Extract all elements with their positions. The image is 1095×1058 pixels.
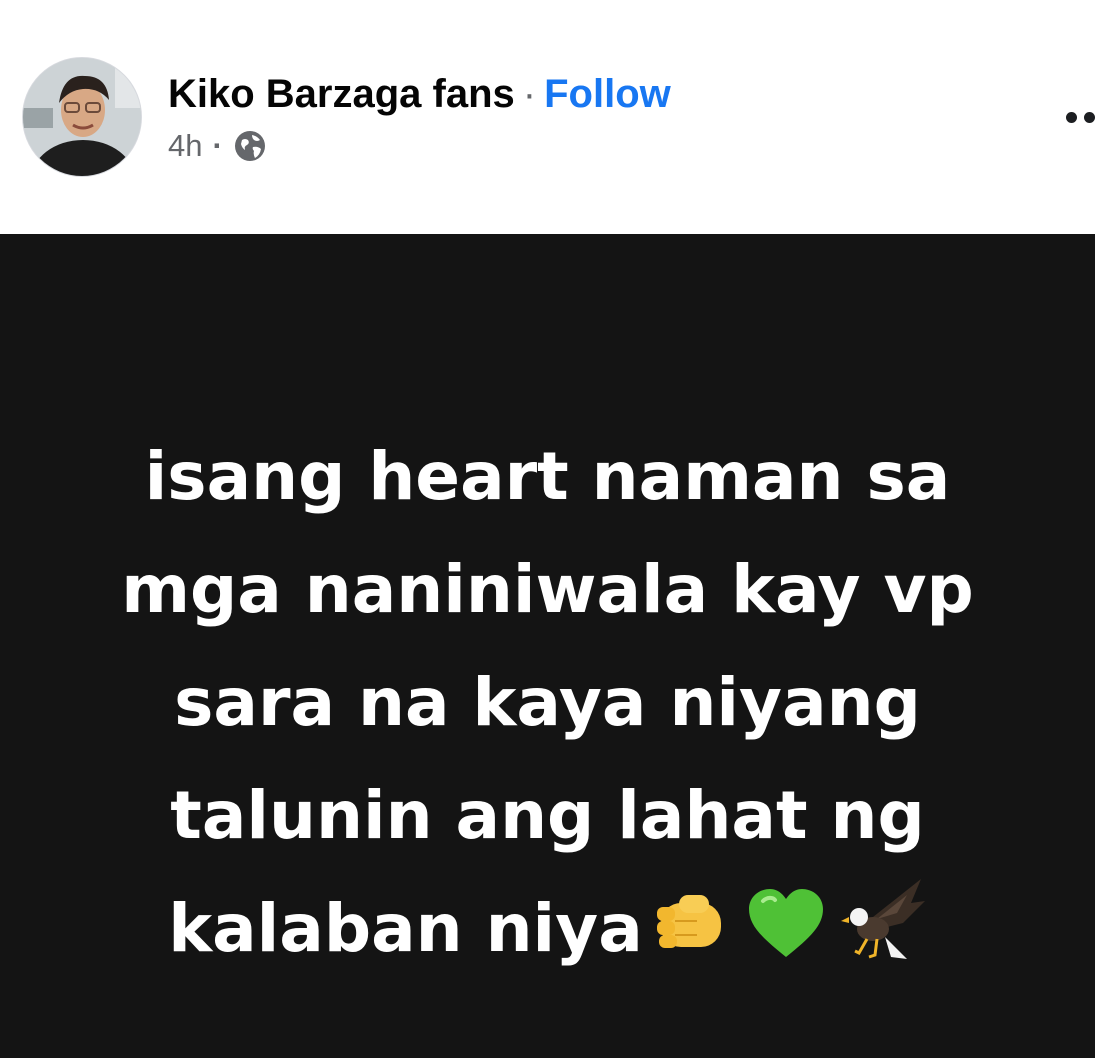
meta-separator: · — [212, 128, 223, 163]
post-text-line: sara na kaya niyang — [174, 664, 921, 741]
more-dot — [1066, 112, 1077, 123]
green-heart-icon — [745, 884, 827, 997]
eagle-icon — [837, 877, 927, 997]
post-image[interactable]: isang heart naman sa mga naniniwala kay … — [0, 234, 1095, 1058]
globe-icon[interactable] — [233, 129, 267, 163]
page-name-line: Kiko Barzaga fans · Follow — [168, 70, 671, 118]
post-timestamp[interactable]: 4h — [168, 126, 202, 166]
page-avatar[interactable] — [22, 57, 142, 177]
name-separator: · — [522, 72, 537, 116]
post-meta: 4h · — [168, 126, 267, 166]
post-text-line: mga naniniwala kay vp — [121, 551, 974, 628]
post-text-line-last: kalaban niya — [0, 872, 1095, 997]
post-text-line: isang heart naman sa — [144, 438, 951, 515]
oncoming-fist-icon — [653, 884, 735, 997]
facebook-post: Kiko Barzaga fans · Follow 4h · isang hear… — [0, 0, 1095, 1058]
more-options-icon[interactable] — [1060, 100, 1095, 134]
post-text: isang heart naman sa mga naniniwala kay … — [0, 420, 1095, 997]
post-text-line: talunin ang lahat ng — [170, 777, 925, 854]
page-name-link[interactable]: Kiko Barzaga fans — [168, 72, 515, 116]
follow-button[interactable]: Follow — [544, 72, 671, 116]
avatar-image — [23, 58, 141, 176]
post-header: Kiko Barzaga fans · Follow 4h · — [0, 0, 1095, 234]
post-text-line-end: kalaban niya — [168, 890, 643, 967]
more-dot — [1084, 112, 1095, 123]
